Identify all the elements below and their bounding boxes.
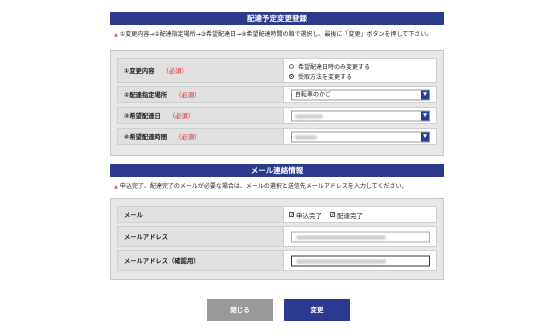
row-label: メール [118, 207, 284, 222]
mail-address-input[interactable] [291, 231, 430, 242]
delivery-place-select[interactable]: 自転車のかご ▼ [291, 89, 430, 100]
mail-header: メール連絡情報 [110, 164, 444, 177]
delivery-instruction-text: ①変更内容→②配達指定場所→③希望配達日→④希望配達時間の順で選択し、最後に「変… [119, 31, 433, 38]
checkbox-icon[interactable]: ✓ [330, 212, 335, 218]
delivery-header: 配達予定変更登録 [110, 12, 444, 25]
row-label: メールアドレス（確認用） [118, 251, 284, 270]
chevron-down-icon[interactable]: ▼ [421, 111, 429, 120]
label-text: メール [124, 212, 143, 219]
mail-instruction: ▲ 申込完了、配達完了のメールが必要な場合は、メールの選択と送信先メールアドレスを… [110, 177, 444, 197]
value-cell: ▼ [285, 108, 436, 123]
value-cell: 自転車のかご ▼ [285, 87, 436, 102]
label-text: ④希望配達時間 [124, 134, 168, 141]
checkbox-delivery-complete[interactable]: ✓ 配達完了 [330, 210, 363, 220]
row-delivery-place: ②配達指定場所 （必須） 自転車のかご ▼ [117, 86, 437, 103]
value-cell [285, 227, 436, 246]
required-mark: （必須） [175, 134, 201, 141]
row-label: ③希望配達日 （必須） [118, 108, 284, 123]
mail-section: メール連絡情報 ▲ 申込完了、配達完了のメールが必要な場合は、メールの選択と送信先… [110, 164, 444, 197]
radio-label: 受取方法を変更する [298, 73, 353, 81]
change-button[interactable]: 変更 [284, 299, 350, 321]
warning-triangle-icon: ▲ [114, 32, 118, 38]
select-value: 自転車のかご [295, 91, 332, 98]
row-label: メールアドレス [118, 227, 284, 246]
warning-triangle-icon: ▲ [114, 184, 118, 190]
row-mail-address-confirm: メールアドレス（確認用） [117, 250, 437, 271]
redacted-value [295, 135, 317, 139]
radio-icon[interactable] [289, 63, 294, 69]
delivery-section: 配達予定変更登録 ▲ ①変更内容→②配達指定場所→③希望配達日→④希望配達時間の順… [110, 12, 444, 45]
label-text: メールアドレス（確認用） [124, 258, 200, 265]
mail-instruction-text: 申込完了、配達完了のメールが必要な場合は、メールの選択と送信先メールアドレスを入… [119, 183, 408, 190]
checkbox-icon[interactable]: ✓ [289, 212, 294, 218]
redacted-value [295, 114, 323, 118]
delivery-form: ①変更内容 （必須） 希望配達日時のみ変更する 受取方法を変更する ②配達指定場所… [110, 50, 444, 156]
label-text: ①変更内容 [124, 68, 155, 75]
radio-icon[interactable] [289, 73, 294, 79]
row-label: ①変更内容 （必須） [118, 59, 284, 82]
radio-datetime-only[interactable]: 希望配達日時のみ変更する [289, 61, 436, 71]
checkbox-apply-complete[interactable]: ✓ 申込完了 [289, 210, 322, 220]
delivery-instruction: ▲ ①変更内容→②配達指定場所→③希望配達日→④希望配達時間の順で選択し、最後に「… [110, 25, 444, 45]
mail-checkboxes: ✓ 申込完了 ✓ 配達完了 [285, 207, 436, 222]
delivery-time-select[interactable]: ▼ [291, 131, 430, 142]
row-delivery-time: ④希望配達時間 （必須） ▼ [117, 128, 437, 145]
close-button[interactable]: 閉じる [207, 299, 273, 321]
mail-form: メール ✓ 申込完了 ✓ 配達完了 メールアドレス メールアドレス（確認用） [110, 198, 444, 280]
row-mail: メール ✓ 申込完了 ✓ 配達完了 [117, 206, 437, 223]
row-label: ④希望配達時間 （必須） [118, 129, 284, 144]
row-mail-address: メールアドレス [117, 226, 437, 247]
value-cell [285, 251, 436, 270]
delivery-date-select[interactable]: ▼ [291, 110, 430, 121]
chevron-down-icon[interactable]: ▼ [421, 132, 429, 141]
required-mark: （必須） [175, 92, 201, 99]
mail-address-confirm-input[interactable] [291, 255, 430, 266]
row-delivery-date: ③希望配達日 （必須） ▼ [117, 107, 437, 124]
value-cell: ▼ [285, 129, 436, 144]
chevron-down-icon[interactable]: ▼ [421, 90, 429, 99]
redacted-value [296, 259, 386, 263]
checkbox-label: 申込完了 [296, 211, 322, 220]
label-text: メールアドレス [124, 234, 169, 241]
row-change-type: ①変更内容 （必須） 希望配達日時のみ変更する 受取方法を変更する [117, 58, 437, 83]
radio-change-receive[interactable]: 受取方法を変更する [289, 71, 436, 81]
label-text: ③希望配達日 [124, 113, 161, 120]
row-label: ②配達指定場所 （必須） [118, 87, 284, 102]
label-text: ②配達指定場所 [124, 92, 168, 99]
required-mark: （必須） [168, 113, 195, 120]
checkbox-label: 配達完了 [337, 211, 363, 220]
redacted-value [296, 235, 386, 239]
change-type-options: 希望配達日時のみ変更する 受取方法を変更する [285, 59, 436, 82]
required-mark: （必須） [162, 68, 188, 75]
radio-label: 希望配達日時のみ変更する [298, 63, 371, 71]
